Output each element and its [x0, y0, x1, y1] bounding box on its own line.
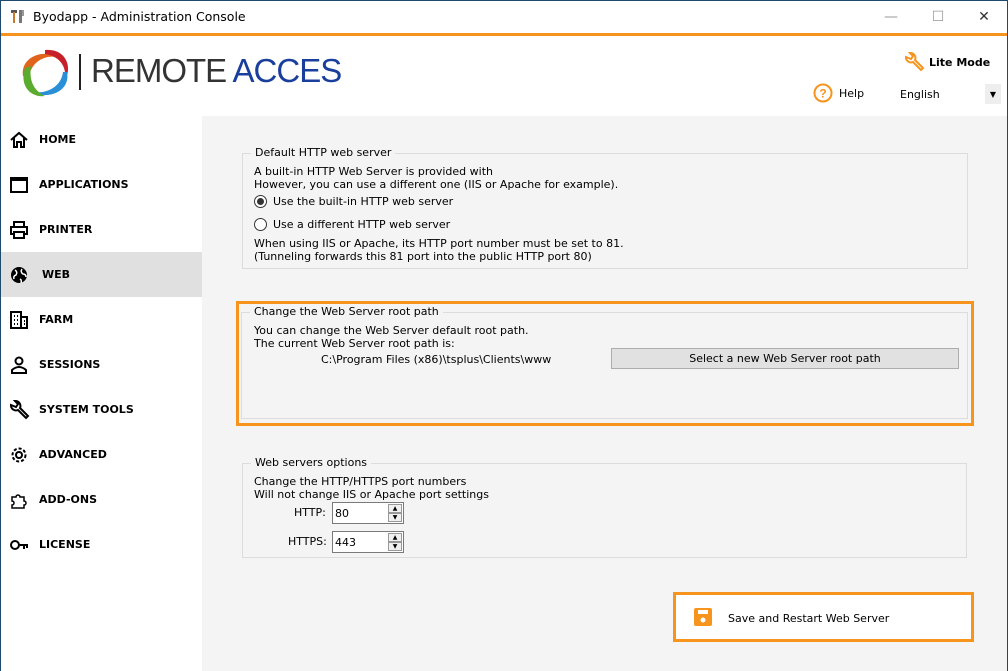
sidebar-item-farm[interactable]: FARM	[1, 297, 202, 342]
header: REMOTE ACCES Lite Mode ? Help English ▼	[1, 36, 1007, 116]
sidebar-item-web[interactable]: WEB	[1, 252, 202, 297]
http-port-label: HTTP:	[294, 506, 326, 519]
logo-text: REMOTE ACCES	[91, 52, 342, 89]
select-root-path-button[interactable]: Select a new Web Server root path	[611, 348, 959, 369]
radio-builtin-label[interactable]: Use the built-in HTTP web server	[273, 195, 453, 208]
sidebar-item-label: APPLICATIONS	[39, 178, 129, 191]
description-text: Change the HTTP/HTTPS port numbers	[254, 475, 467, 488]
puzzle-icon	[11, 493, 27, 509]
wrench-icon	[10, 399, 30, 419]
sidebar: HOME APPLICATIONS PRINTER WEB FARM SESSIONS SY…	[1, 116, 202, 671]
radio-builtin-server[interactable]	[254, 195, 267, 208]
user-icon	[11, 356, 27, 374]
radio-different-server[interactable]	[254, 218, 267, 231]
description-text: The current Web Server root path is:	[254, 337, 455, 350]
svg-text:?: ?	[819, 87, 826, 101]
sidebar-item-label: WEB	[42, 268, 71, 281]
lite-mode-button[interactable]: Lite Mode	[903, 51, 990, 73]
sidebar-item-add-ons[interactable]: ADD-ONS	[1, 477, 202, 522]
wrench-icon	[905, 52, 925, 72]
save-icon	[694, 608, 712, 626]
sidebar-item-label: ADVANCED	[39, 448, 107, 461]
description-text: You can change the Web Server default ro…	[254, 324, 529, 337]
window-icon	[10, 176, 28, 193]
save-restart-label: Save and Restart Web Server	[728, 612, 890, 625]
group-legend: Default HTTP web server	[251, 146, 396, 159]
spin-down-icon[interactable]: ▼	[388, 513, 402, 522]
sidebar-item-printer[interactable]: PRINTER	[1, 207, 202, 252]
spin-up-icon[interactable]: ▲	[388, 504, 402, 513]
sidebar-item-label: HOME	[39, 133, 77, 146]
building-icon	[10, 310, 28, 329]
save-restart-button[interactable]: Save and Restart Web Server	[673, 592, 974, 642]
current-root-path: C:\Program Files (x86)\tsplus\Clients\ww…	[321, 353, 552, 366]
http-port-input[interactable]	[333, 503, 387, 523]
sidebar-item-license[interactable]: LICENSE	[1, 522, 202, 567]
minimize-button[interactable]: —	[868, 1, 914, 33]
app-icon	[11, 10, 24, 23]
help-label: Help	[839, 86, 865, 100]
globe-icon	[11, 266, 27, 283]
description-text: Will not change IIS or Apache port setti…	[254, 488, 489, 501]
description-text: However, you can use a different one (II…	[254, 178, 619, 191]
https-port-label: HTTPS:	[288, 535, 327, 548]
http-port-stepper[interactable]: ▲ ▼	[332, 502, 404, 524]
sidebar-item-label: SYSTEM TOOLS	[39, 403, 134, 416]
sidebar-item-label: ADD-ONS	[39, 493, 98, 506]
home-icon	[10, 131, 28, 148]
sidebar-item-sessions[interactable]: SESSIONS	[1, 342, 202, 387]
title-bar: Byodapp - Administration Console — ☐ ✕	[1, 1, 1007, 33]
note-text: (Tunneling forwards this 81 port into th…	[254, 250, 592, 263]
help-icon: ?	[813, 83, 833, 103]
maximize-button[interactable]: ☐	[915, 1, 961, 33]
group-legend: Web servers options	[251, 456, 372, 469]
help-button[interactable]: ? Help	[813, 83, 864, 103]
https-port-input[interactable]	[333, 532, 387, 552]
logo-icon	[22, 49, 69, 97]
sidebar-item-label: SESSIONS	[39, 358, 101, 371]
language-select[interactable]: English	[900, 88, 940, 101]
spin-down-icon[interactable]: ▼	[388, 542, 402, 551]
sidebar-item-applications[interactable]: APPLICATIONS	[1, 162, 202, 207]
radio-different-label[interactable]: Use a different HTTP web server	[273, 218, 450, 231]
window: Byodapp - Administration Console — ☐ ✕ R…	[0, 0, 1008, 671]
note-text: When using IIS or Apache, its HTTP port …	[254, 237, 624, 250]
printer-icon	[10, 220, 28, 239]
gear-icon	[11, 447, 27, 462]
sidebar-item-label: LICENSE	[39, 538, 91, 551]
sidebar-item-system-tools[interactable]: SYSTEM TOOLS	[1, 387, 202, 432]
sidebar-item-label: FARM	[39, 313, 74, 326]
description-text: A built-in HTTP Web Server is provided w…	[254, 165, 493, 178]
close-button[interactable]: ✕	[961, 1, 1007, 33]
https-port-stepper[interactable]: ▲ ▼	[332, 531, 404, 553]
chevron-down-icon[interactable]: ▼	[985, 84, 1001, 104]
lite-mode-label: Lite Mode	[929, 55, 991, 69]
spin-up-icon[interactable]: ▲	[388, 533, 402, 542]
logo-divider	[79, 54, 81, 90]
sidebar-item-home[interactable]: HOME	[1, 117, 202, 162]
window-title: Byodapp - Administration Console	[33, 9, 246, 24]
sidebar-item-label: PRINTER	[39, 223, 93, 236]
group-legend: Change the Web Server root path	[250, 305, 443, 318]
sidebar-item-advanced[interactable]: ADVANCED	[1, 432, 202, 477]
key-icon	[10, 539, 28, 550]
